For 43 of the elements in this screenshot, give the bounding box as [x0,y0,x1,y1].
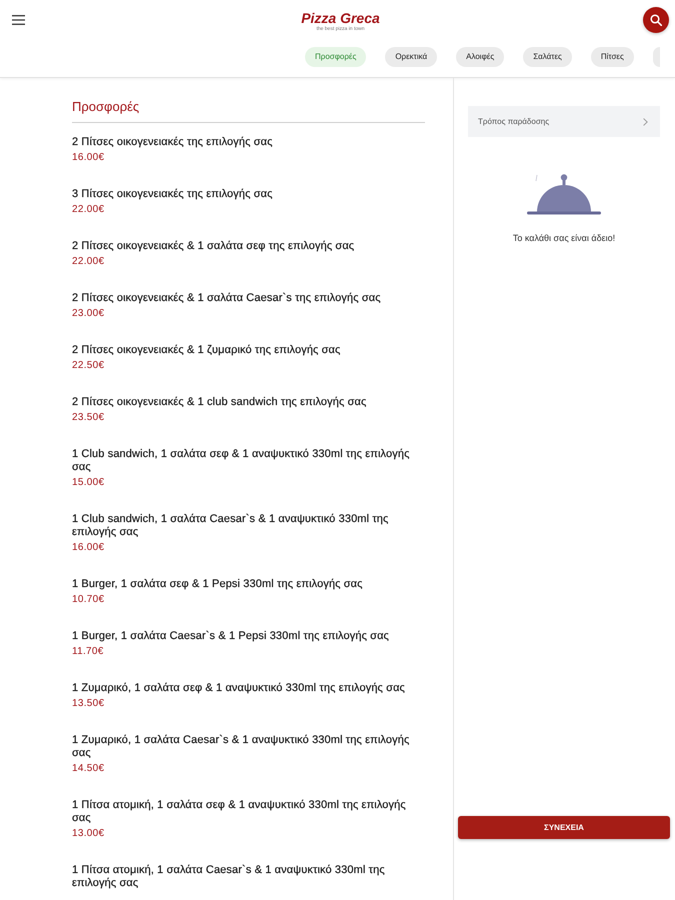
empty-cart-message: Το καλάθι σας είναι άδειο! [512,232,616,244]
category-tab[interactable]: Πίτσες [590,47,634,67]
offer-name[interactable]: 1 Πίτσα ατομική, 1 σαλάτα σεφ & 1 αναψυκτικό 330ml της επιλογής σας [72,799,417,825]
offer-name[interactable]: 2 Πίτσες οικογενειακές & 1 ζυμαρικό της επιλογής σας [72,344,417,357]
offer-price: 13.00€ [72,827,106,840]
category-tab[interactable]: Προσφορές [305,47,366,67]
offer-name[interactable]: 1 Ζυμαρικό, 1 σαλάτα σεφ & 1 αναψυκτικό 330ml της επιλογής σας [72,682,417,695]
offer-name[interactable]: 2 Πίτσες οικογενειακές & 1 σαλάτα Caesar`s της επιλογής σας [72,292,417,305]
category-tab[interactable]: Αλοιφές [456,47,504,67]
offer-name[interactable]: 2 Πίτσες οικογενειακές & 1 σαλάτα σεφ της επιλογής σας [72,240,417,253]
search-icon [650,14,662,26]
offer-name[interactable]: 1 Burger, 1 σαλάτα σεφ & 1 Pepsi 330ml της επιλογής σας [72,578,417,591]
offer-price: 23.00€ [72,307,106,320]
offer-price: 22.00€ [72,255,106,268]
offer-name[interactable]: 2 Πίτσες οικογενειακές & 1 club sandwich της επιλογής σας [72,396,417,409]
offer-price: 23.50€ [72,411,106,424]
offer-price: 22.00€ [72,203,106,216]
offer-price: 15.00€ [72,476,106,489]
offer-price: 16.00€ [72,151,106,164]
offer-name[interactable]: 2 Πίτσες οικογενειακές της επιλογής σας [72,136,417,149]
offer-name[interactable]: 1 Club sandwich, 1 σαλάτα Caesar`s & 1 αναψυκτικό 330ml της επιλογής σας [72,513,417,539]
offer-price: 11.70€ [72,645,105,658]
offer-price: 22.50€ [72,359,106,372]
offer-name[interactable]: 1 Club sandwich, 1 σαλάτα σεφ & 1 αναψυκτικό 330ml της επιλογής σας [72,448,417,474]
section-title: Προσφορές [72,99,425,123]
delivery-method-label: Τρόπος παράδοσης [478,116,550,128]
continue-button[interactable]: ΣΥΝΕΧΕΙΑ [458,816,670,839]
offer-price: 10.70€ [72,593,106,606]
offer-name[interactable]: 1 Burger, 1 σαλάτα Caesar`s & 1 Pepsi 330ml της επιλογής σας [72,630,417,643]
category-tab[interactable]: Ορεκτικά [385,47,438,67]
offer-price: 16.00€ [72,541,106,554]
delivery-method-selector[interactable]: Τρόπος παράδοσης [468,106,660,137]
offer-price: 14.50€ [72,762,106,775]
chevron-right-icon [643,118,648,126]
logo-text[interactable]: Pizza Greca [301,10,380,26]
offer-name[interactable]: 3 Πίτσες οικογενειακές της επιλογής σας [72,188,417,201]
offer-price: 13.50€ [72,697,106,710]
menu-icon[interactable] [12,15,25,25]
serving-cloche-icon [527,172,601,216]
category-tab[interactable]: Σαλάτες [523,47,572,67]
offer-name[interactable]: 1 Ζυμαρικό, 1 σαλάτα Caesar`s & 1 αναψυκτικό 330ml της επιλογής σας [72,734,417,760]
search-button[interactable] [643,7,669,33]
offer-name[interactable]: 1 Πίτσα ατομική, 1 σαλάτα Caesar`s & 1 αναψυκτικό 330ml της επιλογής σας [72,864,417,890]
